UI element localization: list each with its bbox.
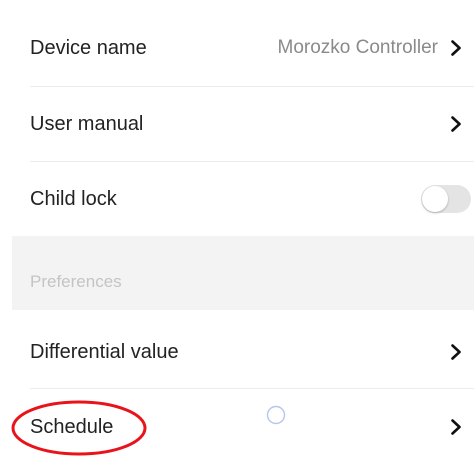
device-settings-screen: Device name Morozko Controller User manu… [0, 0, 474, 460]
device-name-label: Device name [30, 37, 147, 59]
differential-value-label: Differential value [30, 341, 179, 363]
chevron-right-icon [451, 116, 461, 132]
toggle-knob [422, 186, 448, 212]
user-manual-row[interactable]: User manual [12, 87, 474, 161]
chevron-right-icon [451, 344, 461, 360]
child-lock-toggle[interactable] [421, 185, 471, 213]
chevron-right-icon [451, 419, 461, 435]
user-manual-label: User manual [30, 113, 144, 135]
section-title: Preferences [30, 272, 122, 291]
chevron-right-icon [451, 40, 461, 56]
device-name-row[interactable]: Device name Morozko Controller [12, 0, 474, 86]
preferences-section-header: Preferences [12, 236, 474, 310]
device-name-value: Morozko Controller [277, 37, 439, 58]
schedule-row[interactable]: Schedule [12, 389, 474, 460]
child-lock-label: Child lock [30, 188, 117, 210]
child-lock-row: Child lock [12, 162, 474, 236]
differential-value-row[interactable]: Differential value [12, 310, 474, 388]
schedule-label: Schedule [30, 416, 114, 438]
